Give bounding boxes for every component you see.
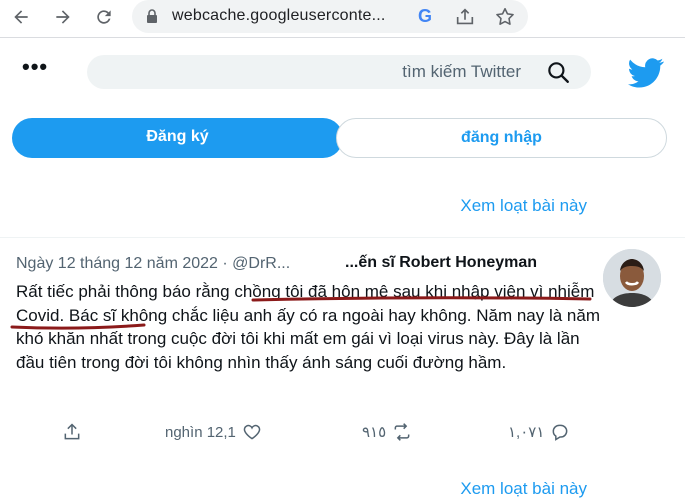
tweet-actions: nghìn 12,1 ٩١٥ ١,٠٧١ [0,420,685,446]
signup-button[interactable]: Đăng ký [12,118,343,158]
browser-toolbar: webcache.googleuserconte... G [0,0,685,38]
reply-button[interactable]: ١,٠٧١ [508,420,570,444]
more-icon[interactable]: ••• [22,56,47,78]
search-icon[interactable] [545,59,571,85]
see-thread-link-bottom[interactable]: Xem loạt bài này [460,479,587,499]
see-thread-link[interactable]: Xem loạt bài này [460,196,587,216]
retweet-count: ٩١٥ [362,424,387,441]
upload-icon [64,423,80,440]
tweet-text-part2: . Bác sĩ không chắc liệu anh ấy có ra ng… [16,305,601,372]
back-icon[interactable] [8,4,34,30]
twitter-bird-icon[interactable] [628,58,664,88]
heart-icon [243,424,261,440]
address-bar[interactable]: webcache.googleuserconte... G [132,0,528,33]
retweet-icon [394,423,410,441]
google-icon[interactable]: G [415,6,435,26]
search-input[interactable]: tìm kiếm Twitter [87,55,591,89]
tweet-meta[interactable]: Ngày 12 tháng 12 năm 2022 · @DrR... [16,255,290,273]
tweet-author[interactable]: ...ến sĩ Robert Honeyman [345,254,537,272]
search-placeholder: tìm kiếm Twitter [402,62,521,81]
reload-icon[interactable] [91,4,117,30]
share-tweet-button[interactable] [56,420,82,444]
star-icon[interactable] [494,6,516,28]
retweet-button[interactable]: ٩١٥ [362,420,412,444]
share-icon[interactable] [454,6,476,28]
avatar[interactable] [603,249,661,307]
reply-icon [552,424,568,441]
tweet-text-part1: Rất tiếc phải thông báo rằng [16,282,235,301]
tweet-text: Rất tiếc phải thông báo rằng chồng tôi đ… [16,280,606,374]
lock-icon[interactable] [144,8,160,24]
reply-count: ١,٠٧١ [508,424,545,441]
url-text[interactable]: webcache.googleuserconte... [172,7,386,25]
forward-icon[interactable] [50,4,76,30]
like-count: nghìn 12,1 [165,423,236,441]
like-button[interactable]: nghìn 12,1 [165,420,262,444]
divider [0,237,685,238]
login-button[interactable]: đăng nhập [336,118,667,158]
